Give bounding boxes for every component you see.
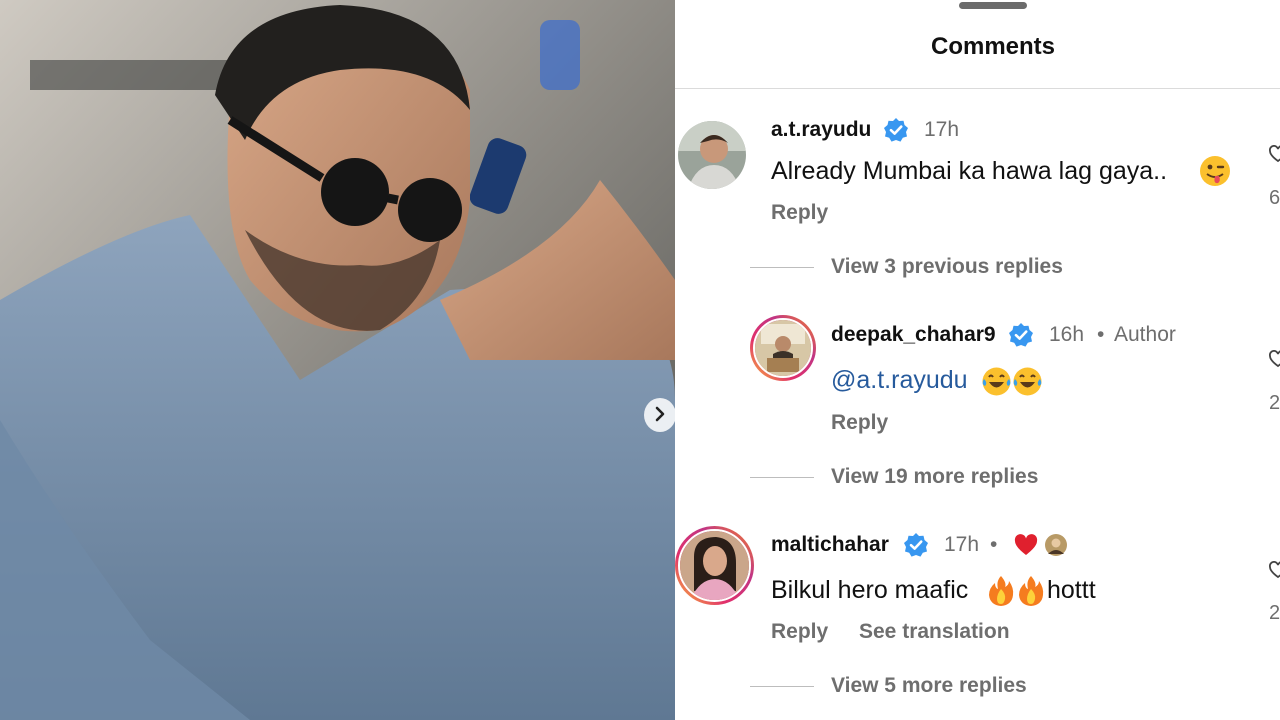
see-translation-button[interactable]: See translation <box>859 620 1010 644</box>
mention-link[interactable]: @a.t.rayudu <box>831 366 968 395</box>
replies-divider-line <box>750 686 814 687</box>
laughing-tears-emoji-icon <box>981 366 1012 402</box>
replies-divider-line <box>750 477 814 478</box>
author-label: Author <box>1114 323 1176 346</box>
comment-text: Bilkul hero maafic <box>771 576 969 604</box>
avatar[interactable] <box>675 526 754 605</box>
heart-icon[interactable] <box>1269 145 1280 169</box>
view-replies-link[interactable]: View 3 previous replies <box>831 255 1063 279</box>
view-replies-link[interactable]: View 19 more replies <box>831 465 1038 489</box>
comments-panel: Comments a.t.rayudu 17h Already Mumbai k… <box>675 0 1280 720</box>
drag-handle[interactable] <box>959 2 1027 9</box>
post-photo <box>0 0 675 720</box>
author-separator: • <box>1097 323 1105 346</box>
liker-avatar-icon <box>1044 533 1068 562</box>
comment-text: Already Mumbai ka hawa lag gaya.. <box>771 157 1168 185</box>
comment-username[interactable]: deepak_chahar9 <box>831 323 996 347</box>
verified-badge-icon <box>903 532 929 558</box>
post-photo-image <box>0 0 675 720</box>
heart-icon[interactable] <box>1269 561 1280 585</box>
reply-button[interactable]: Reply <box>831 411 888 435</box>
comment-username[interactable]: maltichahar <box>771 533 889 557</box>
verified-badge-icon <box>883 117 909 143</box>
like-count: 2 <box>1269 392 1280 414</box>
comment-time: 17h <box>944 533 980 556</box>
comment-text-tail: hottt <box>1047 576 1096 604</box>
next-photo-button[interactable] <box>644 398 675 432</box>
panel-title: Comments <box>930 33 1056 60</box>
laughing-tears-emoji-icon <box>1012 366 1043 402</box>
reply-button[interactable]: Reply <box>771 201 828 225</box>
view-replies-link[interactable]: View 5 more replies <box>831 674 1027 698</box>
reply-button[interactable]: Reply <box>771 620 828 644</box>
avatar[interactable] <box>750 315 816 381</box>
fire-emoji-icon <box>987 575 1015 612</box>
fire-emoji-icon <box>1017 575 1045 612</box>
like-count: 2 <box>1269 602 1280 624</box>
comment-username[interactable]: a.t.rayudu <box>771 118 871 142</box>
winking-tongue-emoji-icon <box>1199 155 1231 192</box>
like-count: 6 <box>1269 187 1280 209</box>
replies-divider-line <box>750 267 814 268</box>
header-divider <box>675 88 1280 89</box>
avatar[interactable] <box>678 121 746 189</box>
chevron-right-icon <box>653 406 667 425</box>
heart-icon[interactable] <box>1269 350 1280 374</box>
comment-time: 16h <box>1049 323 1085 346</box>
heart-icon <box>1014 534 1038 561</box>
comment-time: 17h <box>924 118 960 141</box>
verified-badge-icon <box>1008 322 1034 348</box>
time-separator: • <box>990 533 998 556</box>
